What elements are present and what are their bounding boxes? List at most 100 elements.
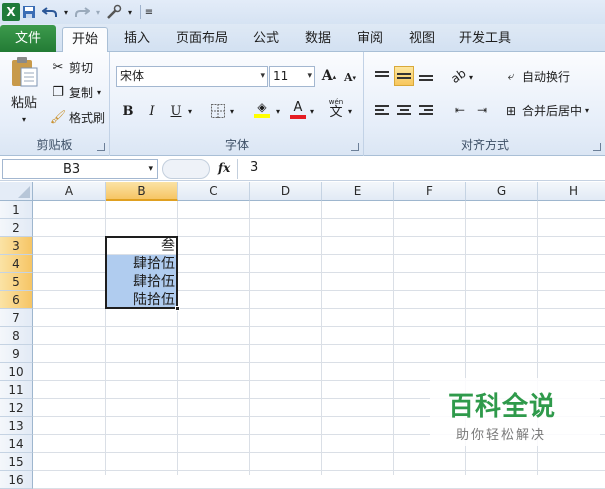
tab-data[interactable]: 数据 <box>298 27 338 52</box>
alignment-dialog-launcher-icon[interactable] <box>593 143 601 151</box>
row-header-16[interactable]: 16 <box>0 471 33 489</box>
paste-dropdown-icon[interactable]: ▾ <box>22 115 26 124</box>
tab-review[interactable]: 审阅 <box>350 27 390 52</box>
align-bottom-button[interactable] <box>416 66 436 86</box>
merge-center-label: 合并后居中 <box>522 104 583 118</box>
formula-buttons-oval <box>162 159 210 179</box>
row-header-11[interactable]: 11 <box>0 381 33 399</box>
row-header-2[interactable]: 2 <box>0 219 33 237</box>
row-header-8[interactable]: 8 <box>0 327 33 345</box>
toolbar-separator <box>140 5 141 19</box>
undo-icon[interactable] <box>41 3 59 21</box>
clipboard-group-label: 剪贴板 <box>36 138 73 152</box>
font-name-combo[interactable]: 宋体 ▾ <box>116 66 268 87</box>
underline-dropdown-icon[interactable]: ▾ <box>185 100 195 122</box>
copy-dropdown-icon[interactable]: ▾ <box>97 88 101 97</box>
row-header-9[interactable]: 9 <box>0 345 33 363</box>
orientation-dropdown-icon[interactable]: ▾ <box>466 66 476 88</box>
row-header-4[interactable]: 4 <box>0 255 33 273</box>
paste-button[interactable]: 粘贴 ▾ <box>6 56 42 132</box>
column-header-d[interactable]: D <box>250 182 322 201</box>
tools-icon[interactable] <box>105 3 123 21</box>
customize-toolbar-icon[interactable]: ≡ <box>144 3 154 21</box>
column-header-c[interactable]: C <box>178 182 250 201</box>
tab-view[interactable]: 视图 <box>402 27 442 52</box>
increase-indent-button[interactable]: ⇥ <box>471 99 493 121</box>
redo-dropdown-icon[interactable]: ▾ <box>94 3 102 21</box>
font-color-icon: A <box>293 99 303 115</box>
cut-button[interactable]: ✂ 剪切 <box>50 59 93 76</box>
align-center-button[interactable] <box>394 100 414 120</box>
name-box-dropdown-icon[interactable]: ▾ <box>148 164 153 174</box>
column-header-e[interactable]: E <box>322 182 394 201</box>
tab-developer[interactable]: 开发工具 <box>454 27 516 52</box>
fill-color-dropdown-icon[interactable]: ▾ <box>273 100 283 122</box>
increase-indent-icon: ⇥ <box>476 103 488 117</box>
tab-file[interactable]: 文件 <box>0 25 56 52</box>
insert-function-icon[interactable]: fx <box>218 161 230 175</box>
bold-button[interactable]: B <box>117 100 139 122</box>
wrap-text-button[interactable]: ⤶ 自动换行 <box>503 68 570 85</box>
tab-page-layout[interactable]: 页面布局 <box>170 27 234 52</box>
borders-button[interactable] <box>207 100 229 122</box>
column-header-h[interactable]: H <box>538 182 605 201</box>
font-name-dropdown-icon[interactable]: ▾ <box>260 67 265 86</box>
fill-color-button[interactable]: ◈ <box>251 98 273 120</box>
save-icon[interactable] <box>20 3 38 21</box>
tab-formulas[interactable]: 公式 <box>246 27 286 52</box>
row-header-10[interactable]: 10 <box>0 363 33 381</box>
row-header-7[interactable]: 7 <box>0 309 33 327</box>
decrease-indent-button[interactable]: ⇤ <box>449 99 471 121</box>
redo-icon[interactable] <box>73 3 91 21</box>
merge-center-button[interactable]: ⊞ 合并后居中 ▾ <box>503 102 589 119</box>
align-right-button[interactable] <box>416 100 436 120</box>
select-all-corner[interactable] <box>0 182 33 201</box>
undo-dropdown-icon[interactable]: ▾ <box>62 3 70 21</box>
clipboard-dialog-launcher-icon[interactable] <box>97 143 105 151</box>
grow-font-button[interactable]: A ▴ <box>318 65 340 87</box>
align-left-button[interactable] <box>372 100 392 120</box>
row-header-14[interactable]: 14 <box>0 435 33 453</box>
column-header-b[interactable]: B <box>106 182 178 201</box>
underline-button[interactable]: U <box>165 100 187 122</box>
name-box[interactable]: B3 ▾ <box>2 159 158 179</box>
merge-dropdown-icon[interactable]: ▾ <box>585 106 589 115</box>
font-size-dropdown-icon[interactable]: ▾ <box>307 67 312 86</box>
row-header-1[interactable]: 1 <box>0 201 33 219</box>
excel-app-icon[interactable]: X <box>2 3 20 21</box>
font-dialog-launcher-icon[interactable] <box>351 143 359 151</box>
column-header-f[interactable]: F <box>394 182 466 201</box>
font-color-button[interactable]: A <box>287 98 309 120</box>
column-header-g[interactable]: G <box>466 182 538 201</box>
font-name-value: 宋体 <box>120 69 145 83</box>
row-header-3[interactable]: 3 <box>0 237 33 255</box>
format-painter-label: 格式刷 <box>69 111 106 125</box>
font-size-combo[interactable]: 11 ▾ <box>269 66 315 87</box>
merge-cells-icon: ⊞ <box>505 103 517 118</box>
phonetic-dropdown-icon[interactable]: ▾ <box>345 100 355 122</box>
align-middle-button[interactable] <box>394 66 414 86</box>
row-header-6[interactable]: 6 <box>0 291 33 309</box>
fill-handle[interactable] <box>175 306 180 311</box>
italic-button[interactable]: I <box>141 100 163 122</box>
formula-input[interactable]: 3 <box>237 159 603 179</box>
row-header-5[interactable]: 5 <box>0 273 33 291</box>
row-header-12[interactable]: 12 <box>0 399 33 417</box>
tab-home[interactable]: 开始 <box>62 27 108 53</box>
row-gridline <box>33 218 605 219</box>
row-gridline <box>33 344 605 345</box>
borders-dropdown-icon[interactable]: ▾ <box>227 100 237 122</box>
format-painter-button[interactable]: 🖌 格式刷 <box>50 109 105 126</box>
shrink-font-button[interactable]: A ▾ <box>339 66 361 88</box>
row-header-13[interactable]: 13 <box>0 417 33 435</box>
phonetic-char: 文 <box>329 104 343 120</box>
font-color-dropdown-icon[interactable]: ▾ <box>307 100 317 122</box>
copy-button[interactable]: ❐ 复制 ▾ <box>50 84 101 101</box>
tab-insert[interactable]: 插入 <box>116 27 158 52</box>
row-header-15[interactable]: 15 <box>0 453 33 471</box>
column-header-a[interactable]: A <box>33 182 106 201</box>
align-top-button[interactable] <box>372 66 392 86</box>
phonetic-guide-button[interactable]: wén 文 <box>325 98 347 120</box>
watermark-subtitle: 助你轻松解决 <box>456 428 547 443</box>
tools-dropdown-icon[interactable]: ▾ <box>126 3 134 21</box>
